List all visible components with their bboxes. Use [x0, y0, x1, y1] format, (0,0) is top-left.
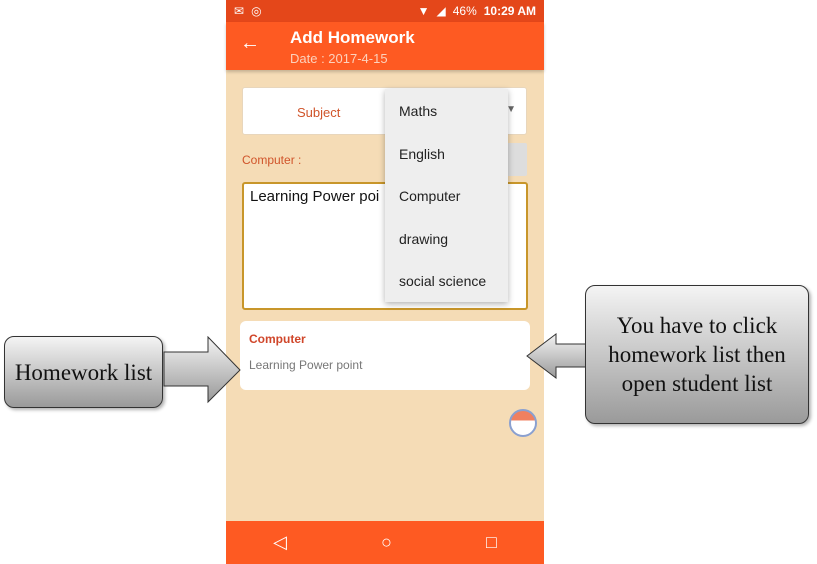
- arrow-right-icon: [163, 336, 241, 404]
- battery-level: 46%: [452, 4, 477, 18]
- clock: 10:29 AM: [483, 4, 536, 18]
- app-bar: ← Add Homework Date : 2017-4-15: [226, 22, 544, 70]
- homework-subject: Computer: [249, 332, 306, 346]
- back-arrow-icon[interactable]: ←: [240, 32, 260, 55]
- homework-list-item[interactable]: Computer Learning Power point: [240, 321, 530, 390]
- signal-icon: ◢: [436, 4, 446, 18]
- phone-screen: ✉ ◎ ▼ ◢ 46% 10:29 AM ← Add Homework Date : 2…: [226, 0, 544, 564]
- subject-dropdown-menu: Maths English Computer drawing social sc…: [385, 89, 508, 302]
- menu-item-drawing[interactable]: drawing: [385, 217, 508, 260]
- menu-item-computer[interactable]: Computer: [385, 174, 508, 217]
- status-bar: ✉ ◎ ▼ ◢ 46% 10:29 AM: [226, 0, 544, 22]
- chat-icon: ◎: [251, 4, 262, 18]
- app-logo-icon[interactable]: [509, 409, 537, 437]
- nav-recents-icon[interactable]: □: [486, 532, 497, 553]
- nav-home-icon[interactable]: ○: [381, 532, 392, 553]
- selected-subject-label: Computer :: [242, 153, 302, 167]
- wifi-icon: ▼: [417, 4, 430, 18]
- page-title: Add Homework: [290, 28, 415, 47]
- subject-label: Subject: [297, 105, 341, 120]
- nav-bar: ◁ ○ □: [226, 521, 544, 564]
- menu-item-maths[interactable]: Maths: [385, 89, 508, 132]
- notification-icon: ✉: [234, 4, 245, 18]
- callout-left: Homework list: [4, 336, 163, 408]
- callout-right: You have to click homework list then ope…: [585, 285, 809, 424]
- nav-back-icon[interactable]: ◁: [273, 532, 287, 553]
- homework-description: Learning Power point: [249, 358, 363, 372]
- menu-item-social-science[interactable]: social science: [385, 259, 508, 302]
- arrow-left-icon: [526, 333, 588, 379]
- date-label: Date : 2017-4-15: [290, 51, 388, 66]
- menu-item-english[interactable]: English: [385, 132, 508, 175]
